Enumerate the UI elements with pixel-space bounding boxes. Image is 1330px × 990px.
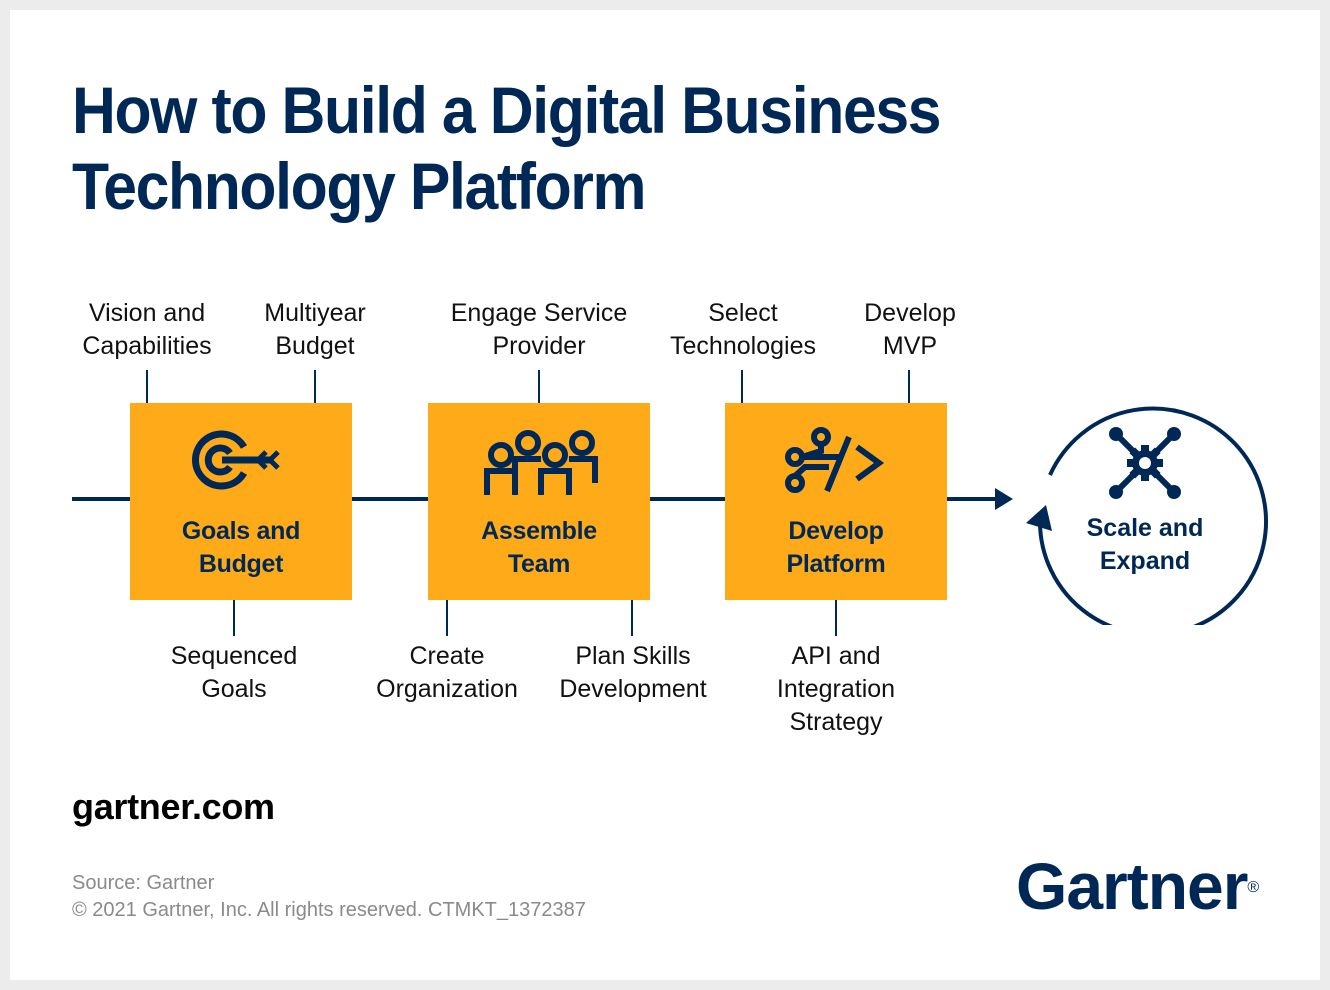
- connector-tick: [146, 370, 148, 403]
- flow-line-2-3: [649, 497, 725, 501]
- title-line-2: Technology Platform: [72, 149, 647, 223]
- sub-item-plan-skills-development: Plan Skills Development: [559, 642, 707, 703]
- sub-item-sequenced-goals: Sequenced Goals: [170, 642, 298, 703]
- gear-network-icon: [1109, 427, 1181, 499]
- title-line-1: How to Build a Digital Business: [72, 73, 942, 147]
- flow-line-start: [72, 497, 132, 501]
- step-label: Assemble Team: [481, 517, 597, 578]
- connector-tick: [835, 600, 837, 636]
- step-label: Goals and Budget: [181, 517, 301, 578]
- site-url: gartner.com: [72, 786, 275, 827]
- page-title: How to Build a Digital Business Technolo…: [72, 72, 942, 224]
- source-text: Source: Gartner: [72, 872, 215, 894]
- sub-item-multiyear-budget: Multiyear Budget: [264, 299, 366, 360]
- step-label: Develop Platform: [786, 517, 886, 578]
- connector-tick: [538, 370, 540, 403]
- sub-item-create-organization: Create Organization: [376, 642, 518, 703]
- gartner-logo: Gartner®: [1016, 849, 1260, 923]
- connector-tick: [314, 370, 316, 403]
- copyright-text: © 2021 Gartner, Inc. All rights reserved…: [72, 899, 586, 921]
- step-goals-and-budget: Goals and Budget: [130, 403, 352, 600]
- connector-tick: [908, 370, 910, 403]
- code-branch-icon: [785, 427, 885, 493]
- sub-item-api-integration-strategy: API and Integration Strategy: [776, 642, 896, 736]
- arrow-head-icon: [995, 488, 1013, 510]
- step-assemble-team: Assemble Team: [428, 403, 650, 600]
- sub-item-select-technologies: Select Technologies: [670, 299, 816, 360]
- connector-tick: [446, 600, 448, 636]
- flow-line-1-2: [352, 497, 428, 501]
- step-scale-and-expand: Scale and Expand: [1086, 514, 1204, 575]
- sub-item-develop-mvp: Develop MVP: [864, 299, 956, 360]
- flow-line-3-4: [946, 497, 998, 501]
- sub-item-vision-capabilities: Vision and Capabilities: [82, 299, 212, 360]
- connector-tick: [233, 600, 235, 636]
- sub-item-engage-service-provider: Engage Service Provider: [450, 299, 628, 360]
- connector-tick: [741, 370, 743, 403]
- target-arrow-icon: [192, 430, 280, 490]
- team-icon: [484, 430, 598, 495]
- source-note: Source: Gartner © 2021 Gartner, Inc. All…: [72, 870, 586, 924]
- connector-tick: [631, 600, 633, 636]
- step-develop-platform: Develop Platform: [725, 403, 947, 600]
